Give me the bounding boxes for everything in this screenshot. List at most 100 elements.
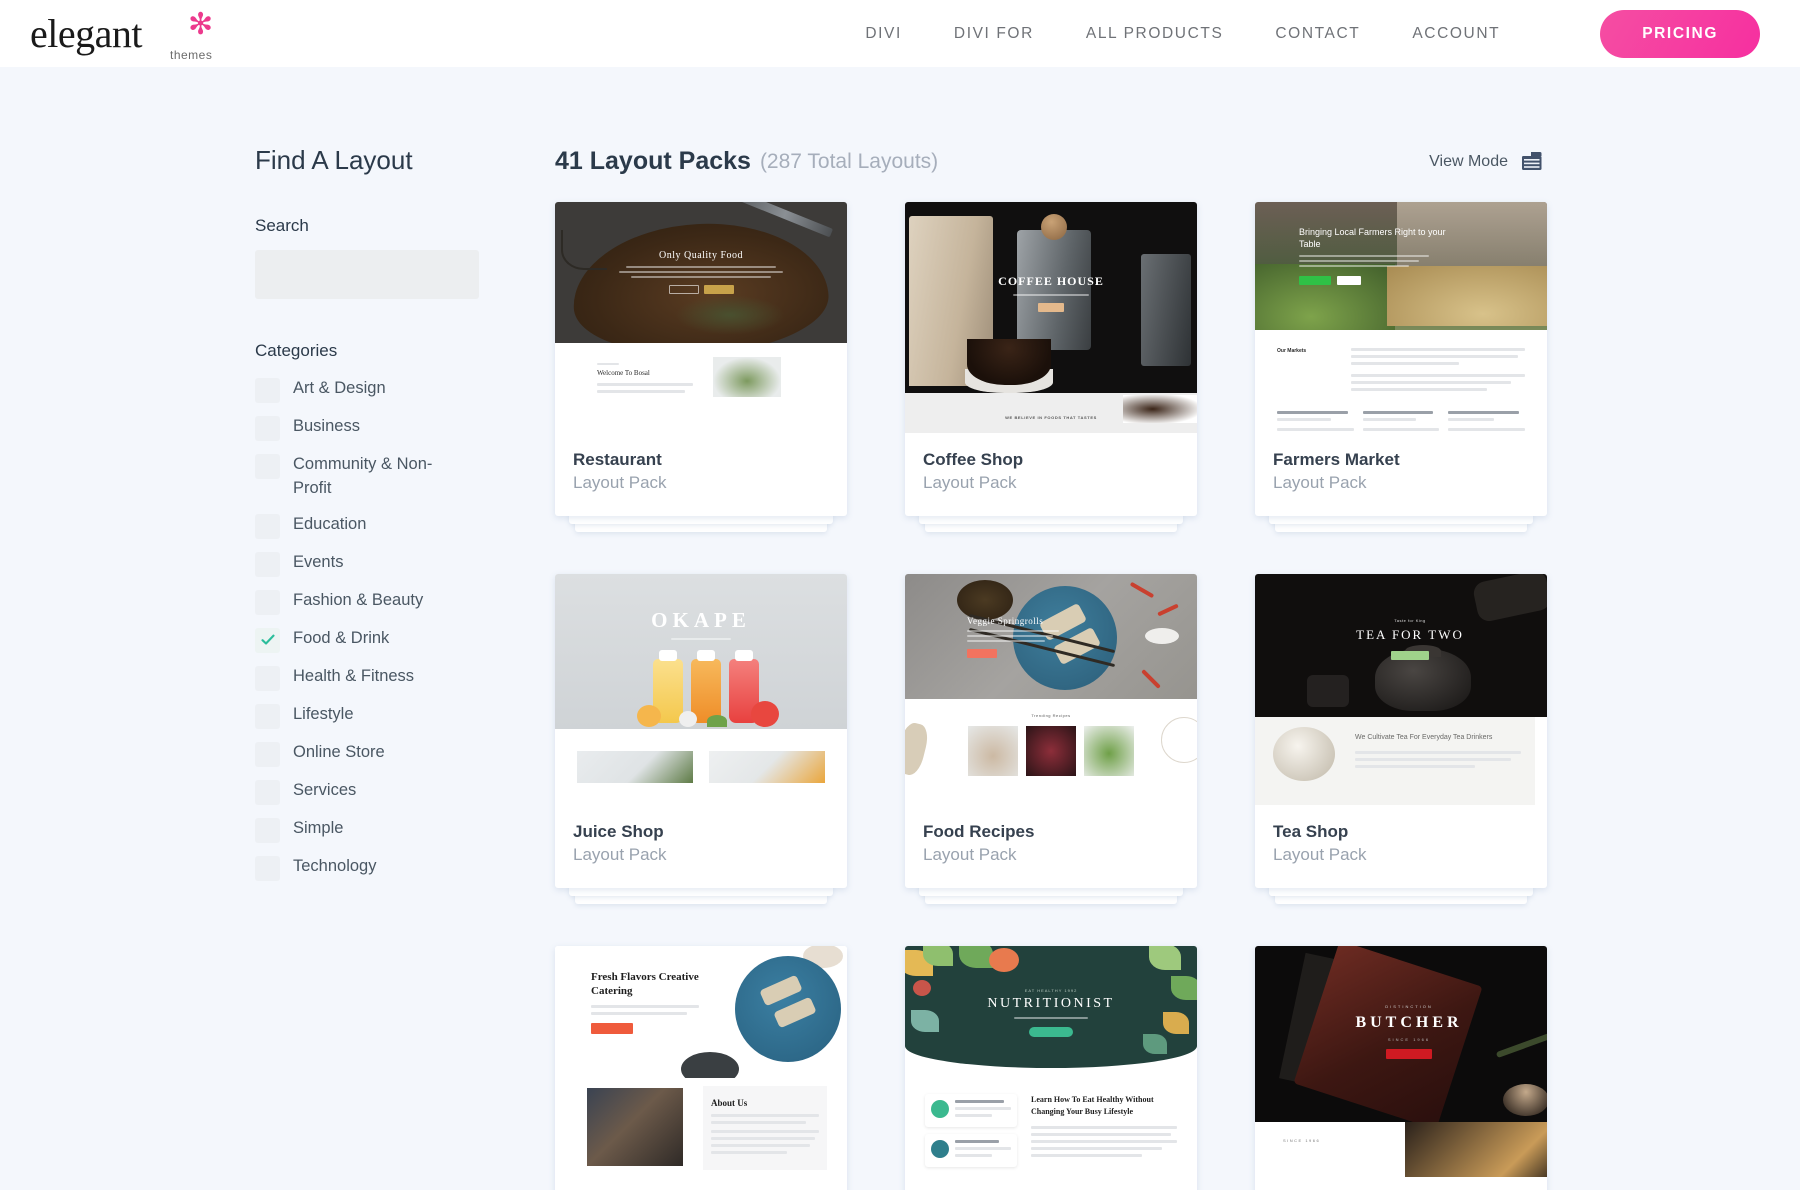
category-label: Technology xyxy=(293,855,376,879)
card[interactable]: Only Quality Food xyxy=(555,202,847,516)
category-label: Online Store xyxy=(293,741,385,765)
page-title: Find A Layout xyxy=(255,145,555,176)
category-label: Education xyxy=(293,513,366,537)
card-title: Food Recipes xyxy=(923,821,1179,844)
layout-pack-grid: Only Quality Food xyxy=(555,202,1547,1190)
layout-pack-card-restaurant[interactable]: Only Quality Food xyxy=(555,202,847,516)
checkbox[interactable] xyxy=(255,856,280,881)
thumb-hero-title: OKAPE xyxy=(555,608,847,633)
card-subtitle: Layout Pack xyxy=(923,472,1179,495)
layout-pack-card-tea-shop[interactable]: Taste for King TEA FOR TWO xyxy=(1255,574,1547,888)
card-subtitle: Layout Pack xyxy=(573,472,829,495)
layout-pack-card-nutritionist[interactable]: EAT HEALTHY 1992 NUTRITIONIST xyxy=(905,946,1197,1190)
layout-pack-card-butcher[interactable]: DISTINCTION BUTCHER SINCE 1966 xyxy=(1255,946,1547,1190)
card-thumbnail: Fresh Flavors Creative Catering About Us xyxy=(555,946,847,1177)
category-events[interactable]: Events xyxy=(255,551,555,577)
card-info: Farmers Market Layout Pack xyxy=(1255,433,1547,516)
category-education[interactable]: Education xyxy=(255,513,555,539)
category-label: Fashion & Beauty xyxy=(293,589,423,613)
card[interactable]: OKAPE xyxy=(555,574,847,888)
category-community-non-profit[interactable]: Community & Non-Profit xyxy=(255,453,555,501)
card-info: Nutritionist Layout Pack xyxy=(905,1177,1197,1190)
nav-item-all-products[interactable]: ALL PRODUCTS xyxy=(1086,25,1224,43)
card-thumbnail: Taste for King TEA FOR TWO xyxy=(1255,574,1547,805)
layout-pack-card-farmers-market[interactable]: Bringing Local Farmers Right to your Tab… xyxy=(1255,202,1547,516)
thumb-section-title: Our Markets xyxy=(1277,348,1335,354)
categories-label: Categories xyxy=(255,341,555,361)
card-title: Tea Shop xyxy=(1273,821,1529,844)
category-label: Art & Design xyxy=(293,377,386,401)
layout-total-count: (287 Total Layouts) xyxy=(760,150,938,174)
card[interactable]: EAT HEALTHY 1992 NUTRITIONIST xyxy=(905,946,1197,1190)
layout-pack-card-food-recipes[interactable]: Veggie Springrolls Trending Recipes xyxy=(905,574,1197,888)
thumb-section-title: WE BELIEVE IN FOODS THAT TASTES xyxy=(905,415,1197,420)
card-subtitle: Layout Pack xyxy=(1273,844,1529,867)
card-info: Juice Shop Layout Pack xyxy=(555,805,847,888)
checkbox[interactable] xyxy=(255,514,280,539)
category-online-store[interactable]: Online Store xyxy=(255,741,555,767)
checkbox[interactable] xyxy=(255,742,280,767)
nav-item-account[interactable]: ACCOUNT xyxy=(1412,25,1500,43)
card[interactable]: Taste for King TEA FOR TWO xyxy=(1255,574,1547,888)
thumb-section-title: Welcome To Bosal xyxy=(597,369,697,377)
thumb-hero-title: Only Quality Food xyxy=(555,250,847,261)
card-thumbnail: OKAPE xyxy=(555,574,847,805)
checkbox[interactable] xyxy=(255,666,280,691)
category-food-drink[interactable]: Food & Drink xyxy=(255,627,555,653)
layout-pack-card-food-catering[interactable]: Fresh Flavors Creative Catering About Us xyxy=(555,946,847,1190)
checkbox[interactable] xyxy=(255,552,280,577)
card-title: Restaurant xyxy=(573,449,829,472)
category-services[interactable]: Services xyxy=(255,779,555,805)
category-fashion-beauty[interactable]: Fashion & Beauty xyxy=(255,589,555,615)
thumb-section-title: We Cultivate Tea For Everyday Tea Drinke… xyxy=(1355,733,1521,744)
checkbox[interactable] xyxy=(255,454,280,479)
category-label: Business xyxy=(293,415,360,439)
card[interactable]: Fresh Flavors Creative Catering About Us xyxy=(555,946,847,1190)
nav-item-contact[interactable]: CONTACT xyxy=(1275,25,1360,43)
checkbox[interactable] xyxy=(255,818,280,843)
search-input[interactable] xyxy=(255,250,479,299)
checkbox[interactable] xyxy=(255,780,280,805)
category-label: Lifestyle xyxy=(293,703,354,727)
checkbox[interactable] xyxy=(255,590,280,615)
card-info: Restaurant Layout Pack xyxy=(555,433,847,516)
card[interactable]: Veggie Springrolls Trending Recipes xyxy=(905,574,1197,888)
category-simple[interactable]: Simple xyxy=(255,817,555,843)
checkbox[interactable] xyxy=(255,378,280,403)
card-info: Tea Shop Layout Pack xyxy=(1255,805,1547,888)
category-label: Events xyxy=(293,551,343,575)
category-business[interactable]: Business xyxy=(255,415,555,441)
thumb-hero-title: NUTRITIONIST xyxy=(905,996,1197,1012)
card[interactable]: Bringing Local Farmers Right to your Tab… xyxy=(1255,202,1547,516)
primary-navigation: DIVI DIVI FOR ALL PRODUCTS CONTACT ACCOU… xyxy=(865,10,1760,58)
thumb-hero-title: BUTCHER xyxy=(1255,1014,1547,1032)
card[interactable]: DISTINCTION BUTCHER SINCE 1966 xyxy=(1255,946,1547,1190)
category-label: Simple xyxy=(293,817,343,841)
category-art-and-design[interactable]: Art & Design xyxy=(255,377,555,403)
card-info: Coffee Shop Layout Pack xyxy=(905,433,1197,516)
folder-icon[interactable] xyxy=(1521,152,1543,171)
checkbox[interactable] xyxy=(255,704,280,729)
card[interactable]: COFFEE HOUSE WE BELIEVE IN FOODS THAT TA… xyxy=(905,202,1197,516)
view-mode-toggle[interactable]: View Mode xyxy=(1429,152,1543,171)
nav-item-divi-for[interactable]: DIVI FOR xyxy=(954,25,1034,43)
card-thumbnail: Bringing Local Farmers Right to your Tab… xyxy=(1255,202,1547,433)
nav-item-divi[interactable]: DIVI xyxy=(865,25,902,43)
checkbox[interactable] xyxy=(255,416,280,441)
checkbox-checked[interactable] xyxy=(255,628,280,653)
filter-sidebar: Find A Layout Search Categories Art & De… xyxy=(255,91,555,1190)
card-thumbnail: DISTINCTION BUTCHER SINCE 1966 xyxy=(1255,946,1547,1177)
card-info: Food Catering Layout Pack xyxy=(555,1177,847,1190)
pricing-button[interactable]: PRICING xyxy=(1600,10,1760,58)
card-subtitle: Layout Pack xyxy=(573,844,829,867)
card-subtitle: Layout Pack xyxy=(1273,472,1529,495)
thumb-section-title: Learn How To Eat Healthy Without Changin… xyxy=(1031,1094,1177,1119)
category-health-fitness[interactable]: Health & Fitness xyxy=(255,665,555,691)
category-technology[interactable]: Technology xyxy=(255,855,555,881)
category-label: Food & Drink xyxy=(293,627,389,651)
layout-pack-card-juice-shop[interactable]: OKAPE xyxy=(555,574,847,888)
site-header: elegant ✻ themes DIVI DIVI FOR ALL PRODU… xyxy=(0,0,1800,67)
category-lifestyle[interactable]: Lifestyle xyxy=(255,703,555,729)
elegant-themes-logo[interactable]: elegant ✻ themes xyxy=(30,14,240,54)
layout-pack-card-coffee-shop[interactable]: COFFEE HOUSE WE BELIEVE IN FOODS THAT TA… xyxy=(905,202,1197,516)
